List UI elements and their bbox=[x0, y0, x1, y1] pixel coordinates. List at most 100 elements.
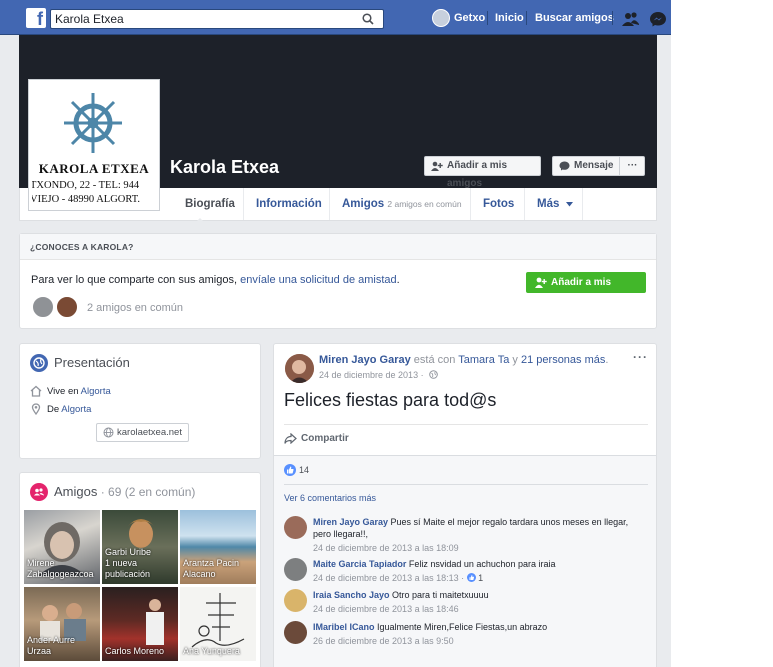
post-date-text[interactable]: 24 de diciembre de 2013 · bbox=[319, 370, 424, 380]
avatar[interactable] bbox=[285, 354, 314, 383]
user-name: Getxo bbox=[454, 12, 486, 24]
comment-date-row: 24 de diciembre de 2013 a las 18:13 · 1 bbox=[313, 573, 483, 583]
from-link[interactable]: Algorta bbox=[61, 404, 91, 415]
friend-photo bbox=[146, 599, 164, 645]
friends-card: Amigos · 69 (2 en común) Mirene Zabalgog… bbox=[19, 472, 261, 667]
post-comments-section: 14 Ver 6 comentarios más Miren Jayo Gara… bbox=[274, 455, 656, 667]
tab-photos[interactable]: Fotos bbox=[483, 188, 514, 220]
profile-picture[interactable]: KAROLA ETXEA TXONDO, 22 - TEL: 944 VIEJO… bbox=[28, 79, 160, 211]
comment-body: IMaribel ICano Igualmente Miren,Felice F… bbox=[313, 621, 633, 633]
divider bbox=[487, 11, 488, 25]
lives-in-label: Vive en bbox=[47, 386, 81, 397]
friends-title: Amigos · 69 (2 en común) bbox=[54, 484, 195, 499]
add-friend-icon bbox=[431, 161, 443, 171]
tab-biography[interactable]: Biografía bbox=[185, 188, 235, 220]
friend-name: Mirene Zabalgogeazcoa bbox=[27, 558, 94, 579]
mutual-friends-count[interactable]: 2 amigos en común bbox=[87, 302, 183, 314]
globe-icon bbox=[103, 427, 114, 438]
add-friend-icon bbox=[535, 277, 547, 288]
logo-address-line: VIEJO - 48990 ALGORT. bbox=[32, 194, 140, 205]
tab-friends-mutual: 2 amigos en común bbox=[387, 199, 462, 209]
friend-tile[interactable]: Garbi Uribe 1 nueva publicación bbox=[102, 510, 178, 584]
facebook-logo-icon[interactable]: f bbox=[26, 8, 46, 28]
add-friend-green-button[interactable]: Añadir a mis amigos bbox=[526, 272, 646, 307]
home-icon bbox=[30, 385, 42, 397]
tab-info[interactable]: Información bbox=[256, 188, 322, 220]
presentation-card: Presentación Vive en Algorta De Algorta … bbox=[19, 343, 261, 459]
from-label: De bbox=[47, 404, 62, 415]
friend-tile[interactable]: Arantza Pacin Alacano bbox=[180, 510, 256, 584]
presentation-title: Presentación bbox=[54, 355, 130, 370]
mutual-friend-avatar[interactable] bbox=[55, 295, 79, 319]
comment-author[interactable]: Iraia Sancho Jayo bbox=[313, 590, 390, 600]
comment-author[interactable]: Maite Garcia Tapiador bbox=[313, 559, 406, 569]
friend-name: Ander Aurre Urzaa bbox=[27, 635, 76, 656]
lives-in-link[interactable]: Algorta bbox=[81, 386, 111, 397]
tab-friends-label: Amigos bbox=[342, 198, 385, 210]
comment-date[interactable]: 26 de diciembre de 2013 a las 9:50 bbox=[313, 636, 454, 646]
friend-requests-icon[interactable] bbox=[622, 11, 640, 27]
comment-date[interactable]: 24 de diciembre de 2013 a las 18:13 · bbox=[313, 573, 464, 583]
home-link[interactable]: Inicio bbox=[495, 12, 524, 24]
friend-name: Carlos Moreno bbox=[105, 646, 165, 656]
post-header-end: . bbox=[605, 354, 609, 366]
like-icon bbox=[466, 573, 476, 582]
tab-more-label: Más bbox=[537, 198, 560, 210]
search-button[interactable] bbox=[353, 10, 383, 28]
tab-more[interactable]: Más bbox=[537, 188, 573, 220]
tagged-friend-link[interactable]: Tamara Ta bbox=[458, 354, 509, 366]
know-card-title: ¿CONOCES A KAROLA? bbox=[20, 234, 656, 260]
website-label: karolaetxea.net bbox=[117, 427, 182, 438]
post-author[interactable]: Miren Jayo Garay bbox=[319, 354, 411, 366]
website-link[interactable]: karolaetxea.net bbox=[96, 423, 189, 442]
others-link[interactable]: 21 personas más bbox=[521, 354, 605, 366]
divider bbox=[284, 424, 648, 425]
friend-tile[interactable]: Carlos Moreno bbox=[102, 587, 178, 661]
friend-tile[interactable]: Ana Yunquera bbox=[180, 587, 256, 661]
avatar[interactable] bbox=[284, 621, 307, 644]
find-friends-link[interactable]: Buscar amigos bbox=[535, 12, 614, 24]
page-title[interactable]: Karola Etxea bbox=[170, 157, 279, 178]
reactions-summary[interactable]: 14 bbox=[284, 464, 309, 477]
comment-text: Igualmente Miren,Felice Fiestas,un abraz… bbox=[374, 622, 548, 632]
mutual-friend-avatar[interactable] bbox=[31, 295, 55, 319]
friends-icon bbox=[30, 483, 48, 501]
comment-likes-count: 1 bbox=[478, 573, 484, 583]
avatar[interactable] bbox=[284, 558, 307, 581]
comment-author[interactable]: IMaribel ICano bbox=[313, 622, 375, 632]
friend-tile[interactable]: Mirene Zabalgogeazcoa bbox=[24, 510, 100, 584]
comment-date[interactable]: 24 de diciembre de 2013 a las 18:09 bbox=[313, 543, 459, 553]
divider bbox=[243, 188, 244, 220]
divider bbox=[284, 484, 648, 485]
tab-friends[interactable]: Amigos 2 amigos en común bbox=[342, 188, 462, 220]
post-card: Miren Jayo Garay está con Tamara Ta y 21… bbox=[273, 343, 657, 667]
comment-author[interactable]: Miren Jayo Garay bbox=[313, 517, 388, 527]
post-options-button[interactable]: ··· bbox=[633, 350, 648, 364]
view-more-comments-link[interactable]: Ver 6 comentarios más bbox=[284, 493, 376, 503]
post-text: Felices fiestas para tod@s bbox=[284, 390, 497, 410]
add-friend-button[interactable]: Añadir a mis amigos bbox=[424, 156, 541, 189]
top-bar: f Getxo Inicio Buscar amigos bbox=[0, 0, 671, 35]
add-friend-green-label: Añadir a mis amigos bbox=[551, 277, 612, 307]
avatar[interactable] bbox=[284, 589, 307, 612]
top-user-link[interactable]: Getxo bbox=[432, 9, 485, 27]
divider bbox=[470, 188, 471, 220]
friend-tile[interactable]: Ander Aurre Urzaa bbox=[24, 587, 100, 661]
avatar[interactable] bbox=[284, 516, 307, 539]
know-text-end: . bbox=[396, 274, 400, 286]
share-button[interactable]: Compartir bbox=[284, 433, 349, 444]
post-header: Miren Jayo Garay está con Tamara Ta y 21… bbox=[319, 354, 608, 366]
friend-name: Ana Yunquera bbox=[183, 646, 240, 656]
message-button-group: Mensaje ··· bbox=[552, 156, 645, 176]
share-icon bbox=[284, 433, 297, 444]
search-input[interactable] bbox=[55, 11, 345, 27]
chevron-down-icon bbox=[565, 202, 573, 207]
more-options-button[interactable]: ··· bbox=[620, 157, 645, 175]
like-icon bbox=[284, 464, 296, 476]
comment-date[interactable]: 24 de diciembre de 2013 a las 18:46 bbox=[313, 604, 459, 614]
message-button[interactable]: Mensaje bbox=[553, 157, 619, 175]
friends-title-label[interactable]: Amigos bbox=[54, 484, 97, 499]
messenger-icon[interactable] bbox=[649, 11, 667, 27]
friend-photo bbox=[191, 593, 245, 648]
send-request-link[interactable]: envíale una solicitud de amistad bbox=[240, 274, 397, 286]
